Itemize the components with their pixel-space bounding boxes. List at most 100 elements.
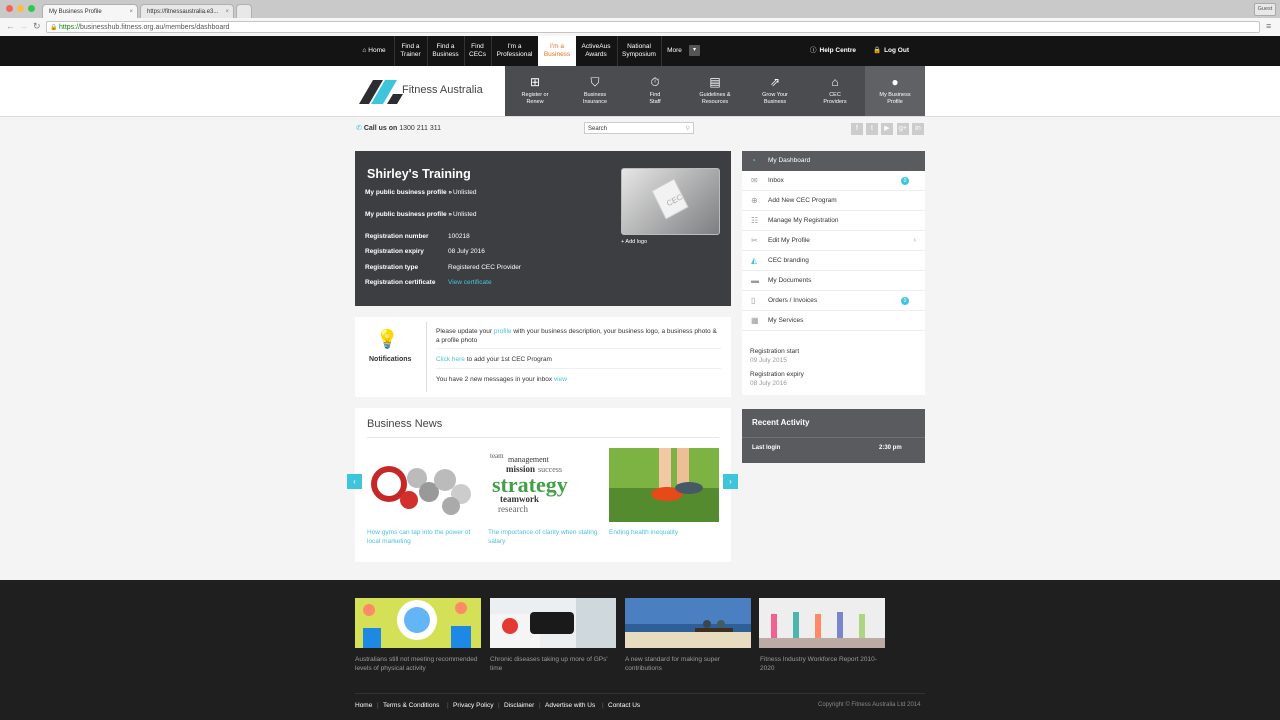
minimize-window-icon[interactable] [17, 5, 24, 12]
footer-image-chronic-disease[interactable] [490, 598, 616, 648]
nav-activeaus-awards[interactable]: ActiveAus Awards [577, 36, 615, 66]
back-icon[interactable]: ← [6, 21, 15, 31]
sidebar-item-my-dashboard[interactable]: ◔ My Dashboard [742, 151, 925, 171]
url-scheme: https:// [59, 24, 81, 31]
tools-icon: ✂ [751, 236, 758, 245]
add-cec-link[interactable]: Click here [436, 356, 465, 363]
business-logo-placeholder[interactable]: CEC [621, 168, 720, 235]
public-profile-label[interactable]: My public business profile » [365, 211, 452, 218]
news-caption[interactable]: The importance of clarity when stating s… [488, 528, 602, 546]
browser-tab-active[interactable]: My Business Profile × [42, 4, 138, 18]
url-input[interactable]: 🔒 https://businesshub.fitness.org.au/memb… [46, 21, 1260, 33]
footer-article-caption[interactable]: Australians still not meeting recommende… [355, 656, 481, 673]
carousel-next-button[interactable]: › [723, 474, 738, 489]
carousel-prev-button[interactable]: ‹ [347, 474, 362, 489]
linkedin-icon[interactable]: in [912, 123, 924, 135]
search-input[interactable]: Search ⚲ [584, 122, 694, 134]
footer-article-caption[interactable]: Fitness Industry Workforce Report 2010-2… [760, 656, 886, 673]
sidebar-item-add-cec-program[interactable]: ⊕ Add New CEC Program [742, 191, 925, 211]
divider [367, 437, 719, 438]
facebook-icon[interactable]: f [851, 123, 863, 135]
footer-link-separator: | [377, 702, 379, 709]
tile-guidelines-resources[interactable]: ▤ Guidelines & Resources [685, 66, 745, 116]
sidebar-item-edit-profile[interactable]: ✂ Edit My Profile › [742, 231, 925, 251]
close-tab-icon[interactable]: × [225, 5, 229, 18]
guest-profile-button[interactable]: Guest [1254, 3, 1276, 16]
public-profile-status: Unlisted [453, 189, 477, 196]
info-icon: ⓘ [810, 47, 817, 54]
forward-icon[interactable]: → [19, 21, 28, 31]
chevron-down-icon[interactable]: ▾ [689, 45, 700, 56]
divider [436, 348, 721, 349]
footer-link-privacy[interactable]: Privacy Policy [453, 702, 493, 709]
news-image-strategy[interactable]: management mission strategy teamwork res… [488, 448, 598, 522]
menu-icon[interactable]: ≡ [1266, 21, 1271, 31]
reg-expiry-value: 08 July 2016 [448, 248, 485, 255]
tile-grow-business[interactable]: ⇗ Grow Your Business [745, 66, 805, 116]
new-tab-button[interactable] [236, 4, 252, 18]
sidebar-item-orders-invoices[interactable]: ▯ Orders / Invoices 0 [742, 291, 925, 311]
browser-tab[interactable]: https://fitnessaustralia.e3... × [140, 4, 234, 18]
view-inbox-link[interactable]: view [554, 376, 567, 383]
maximize-window-icon[interactable] [28, 5, 35, 12]
sidebar-item-manage-registration[interactable]: ☷ Manage My Registration [742, 211, 925, 231]
tile-register-renew[interactable]: ⊞ Register or Renew [505, 66, 565, 116]
footer-article-caption[interactable]: Chronic diseases taking up more of GPs' … [490, 656, 616, 673]
sidebar-item-cec-branding[interactable]: ◭ CEC branding [742, 251, 925, 271]
close-window-icon[interactable] [6, 5, 13, 12]
footer-image-physical-activity[interactable] [355, 598, 481, 648]
footer-link-separator: | [602, 702, 604, 709]
last-login-label: Last login [752, 445, 781, 451]
cec-placeholder-image: CEC [651, 178, 689, 220]
close-tab-icon[interactable]: × [129, 5, 133, 18]
footer-image-workforce-report[interactable] [759, 598, 885, 648]
nav-im-professional[interactable]: I'm a Professional [492, 36, 537, 66]
services-icon: ▦ [751, 316, 759, 325]
nav-national-symposium[interactable]: National Symposium [618, 36, 660, 66]
recent-activity-title: Recent Activity [752, 418, 810, 427]
twitter-icon[interactable]: t [866, 123, 878, 135]
nav-more[interactable]: More [662, 36, 687, 66]
view-certificate-link[interactable]: View certificate [448, 279, 492, 286]
add-logo-link[interactable]: + Add logo [621, 239, 647, 245]
youtube-icon[interactable]: ▶ [881, 123, 893, 135]
sidebar-item-my-services[interactable]: ▦ My Services [742, 311, 925, 331]
tile-my-business-profile[interactable]: ● My Business Profile [865, 66, 925, 116]
nav-im-business[interactable]: I'm a Business [538, 36, 576, 66]
news-caption[interactable]: How gyms can tap into the power of local… [367, 528, 481, 546]
reg-number-value: 100218 [448, 233, 470, 240]
footer-link-contact[interactable]: Contact Us [608, 702, 640, 709]
footer-link-home[interactable]: Home [355, 702, 372, 709]
tile-find-staff[interactable]: ⏱ Find Staff [625, 66, 685, 116]
footer-article-caption[interactable]: A new standard for making super contribu… [625, 656, 751, 673]
tile-cec-providers[interactable]: ⌂ CEC Providers [805, 66, 865, 116]
profile-link[interactable]: profile [494, 328, 512, 335]
google-plus-icon[interactable]: g+ [897, 123, 909, 135]
nav-find-trainer[interactable]: Find a Trainer [395, 36, 426, 66]
divider [742, 437, 925, 438]
footer-image-super-contributions[interactable] [625, 598, 751, 648]
news-image-health[interactable] [609, 448, 719, 522]
sidebar-item-my-documents[interactable]: ▬ My Documents [742, 271, 925, 291]
tile-business-insurance[interactable]: ⛉ Business Insurance [565, 66, 625, 116]
notification-message: You have 2 new messages in your inbox vi… [436, 376, 567, 383]
reg-expiry-label: Registration expiry [365, 248, 424, 255]
help-centre-link[interactable]: ⓘ Help Centre [806, 36, 860, 66]
register-icon: ⊞ [529, 75, 541, 89]
nav-find-business[interactable]: Find a Business [428, 36, 463, 66]
search-icon[interactable]: ⚲ [686, 123, 690, 135]
news-caption[interactable]: Ending health inequality [609, 528, 723, 537]
nav-home[interactable]: ⌂ Home [358, 36, 390, 66]
reload-icon[interactable]: ↻ [33, 21, 41, 32]
footer-link-terms[interactable]: Terms & Conditions [383, 702, 439, 709]
footer-link-advertise[interactable]: Advertise with Us [545, 702, 595, 709]
sidebar-item-inbox[interactable]: ✉ Inbox 0 [742, 171, 925, 191]
registration-icon: ☷ [751, 216, 759, 225]
reg-cert-label: Registration certificate [365, 279, 436, 286]
footer-link-disclaimer[interactable]: Disclaimer [504, 702, 534, 709]
graduation-cap-icon: ⌂ [831, 75, 839, 89]
logout-link[interactable]: 🔒 Log Out [870, 36, 912, 66]
news-image-marketing[interactable] [367, 448, 477, 522]
public-profile-label[interactable]: My public business profile » [365, 189, 452, 196]
nav-find-cecs[interactable]: Find CECs [465, 36, 490, 66]
